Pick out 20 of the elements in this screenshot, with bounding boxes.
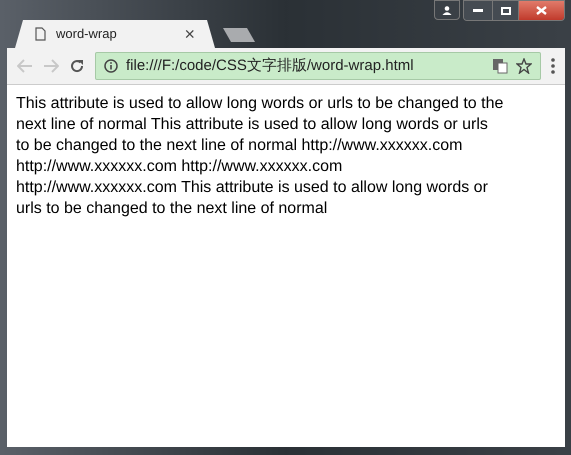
menu-icon[interactable] (551, 58, 555, 74)
close-button[interactable] (518, 1, 564, 20)
profile-button[interactable] (434, 0, 460, 20)
maximize-button[interactable] (492, 1, 518, 20)
paragraph: This attribute is used to allow long words or urls to be changed to the next line of normal This attribute is used to allow long words or urls to be changed to the next line of normal http://www.xxxxxx.com http://www.xxxxxx.com http://www.xxxxxx.com http://www.xxxxxx.com This attribute is used to allow long words or urls to be changed to the next line of normal (16, 94, 504, 219)
info-icon (104, 59, 118, 73)
url-text: file:///F:/code/CSS文字排版/word-wrap.html (126, 56, 415, 76)
minimize-button[interactable] (464, 1, 492, 20)
close-icon (536, 6, 547, 15)
reload-icon[interactable] (69, 58, 85, 74)
tab-close-button[interactable]: × (184, 25, 195, 43)
minimize-icon (473, 9, 483, 12)
document-icon (35, 27, 46, 41)
address-bar[interactable]: file:///F:/code/CSS文字排版/word-wrap.html (95, 52, 541, 80)
tab-title: word-wrap (56, 25, 118, 44)
translate-icon[interactable] (492, 58, 508, 74)
maximize-icon (500, 6, 510, 14)
person-icon (442, 6, 452, 14)
browser-tab[interactable]: word-wrap × (15, 20, 215, 48)
star-icon[interactable] (516, 58, 532, 74)
